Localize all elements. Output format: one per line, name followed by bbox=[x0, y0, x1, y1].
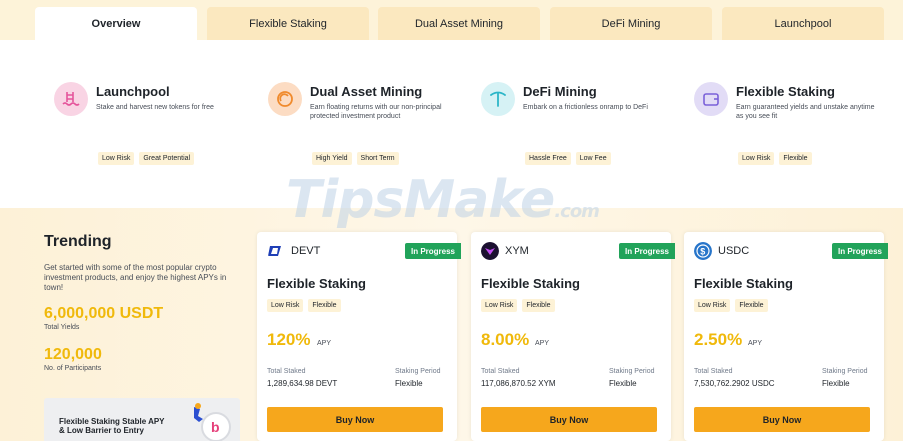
product-title: Launchpool bbox=[96, 84, 170, 99]
product-dual-asset-mining[interactable]: Dual Asset Mining Earn floating returns … bbox=[268, 82, 458, 182]
card-tag: Flexible bbox=[308, 299, 341, 312]
promo-banner[interactable]: Flexible Staking Stable APY & Low Barrie… bbox=[44, 398, 240, 441]
product-tag: Low Fee bbox=[575, 152, 611, 165]
dual-circle-icon bbox=[268, 82, 302, 116]
card-symbol: USDC bbox=[718, 245, 750, 257]
apy-value: 120% bbox=[267, 330, 311, 349]
svg-text:b: b bbox=[211, 419, 220, 435]
staking-card-xym: XYM In Progress Flexible Staking Low Ris… bbox=[471, 232, 675, 441]
product-tabs: Overview Flexible Staking Dual Asset Min… bbox=[0, 0, 903, 40]
product-launchpool[interactable]: Launchpool Stake and harvest new tokens … bbox=[54, 82, 244, 182]
card-tag: Low Risk bbox=[481, 299, 518, 312]
usdc-coin-icon: $ bbox=[694, 242, 712, 260]
staking-period-value: Flexible bbox=[822, 379, 850, 388]
product-tag: Low Risk bbox=[738, 152, 775, 165]
pickaxe-icon bbox=[481, 82, 515, 116]
promo-illustration-icon: b bbox=[194, 403, 231, 441]
xym-coin-icon bbox=[481, 242, 499, 260]
staking-card-devt: DEVT In Progress Flexible Staking Low Ri… bbox=[257, 232, 461, 441]
total-staked-value: 7,530,762.2902 USDC bbox=[694, 379, 775, 388]
product-title: Flexible Staking bbox=[736, 84, 835, 99]
promo-text: Flexible Staking Stable APY & Low Barrie… bbox=[59, 417, 165, 435]
buy-now-button[interactable]: Buy Now bbox=[481, 407, 657, 432]
product-flexible-staking[interactable]: Flexible Staking Earn guaranteed yields … bbox=[694, 82, 884, 182]
total-staked-value: 1,289,634.98 DEVT bbox=[267, 379, 338, 388]
trending-description: Get started with some of the most popula… bbox=[44, 263, 227, 292]
product-tag: Short Term bbox=[356, 152, 399, 165]
card-title: Flexible Staking bbox=[267, 276, 366, 291]
svg-text:$: $ bbox=[700, 247, 705, 257]
product-description: Stake and harvest new tokens for free bbox=[96, 104, 214, 111]
trending-title: Trending bbox=[44, 233, 112, 250]
total-staked-label: Total Staked bbox=[694, 368, 733, 375]
participants-label: No. of Participants bbox=[44, 365, 102, 372]
staking-period-label: Staking Period bbox=[609, 368, 655, 375]
card-title: Flexible Staking bbox=[694, 276, 793, 291]
buy-now-button[interactable]: Buy Now bbox=[694, 407, 870, 432]
status-badge: In Progress bbox=[404, 243, 461, 259]
pool-ladder-icon bbox=[54, 82, 88, 116]
tab-dual-asset-mining[interactable]: Dual Asset Mining bbox=[378, 7, 540, 40]
card-tag: Low Risk bbox=[694, 299, 731, 312]
total-staked-label: Total Staked bbox=[267, 368, 306, 375]
product-tag: Hassle Free bbox=[525, 152, 571, 165]
devt-coin-icon bbox=[268, 246, 281, 256]
apy-label: APY bbox=[535, 340, 550, 347]
product-defi-mining[interactable]: DeFi Mining Embark on a frictionless onr… bbox=[481, 82, 671, 182]
apy-value: 8.00% bbox=[481, 330, 530, 349]
card-symbol: DEVT bbox=[291, 245, 321, 257]
staking-period-label: Staking Period bbox=[395, 368, 441, 375]
product-tag: Flexible bbox=[779, 152, 812, 165]
product-description: Earn guaranteed yields and unstake anyti… bbox=[736, 104, 875, 120]
total-yields-value: 6,000,000 USDT bbox=[44, 305, 164, 322]
staking-period-value: Flexible bbox=[609, 379, 637, 388]
apy-value: 2.50% bbox=[694, 330, 743, 349]
participants-value: 120,000 bbox=[44, 346, 102, 363]
apy-label: APY bbox=[317, 340, 332, 347]
staking-period-value: Flexible bbox=[395, 379, 423, 388]
tab-overview[interactable]: Overview bbox=[35, 7, 197, 40]
card-tag: Flexible bbox=[522, 299, 555, 312]
product-title: DeFi Mining bbox=[523, 84, 597, 99]
card-symbol: XYM bbox=[505, 245, 529, 257]
apy-label: APY bbox=[748, 340, 763, 347]
card-tag: Low Risk bbox=[267, 299, 304, 312]
tab-launchpool[interactable]: Launchpool bbox=[722, 7, 884, 40]
total-staked-label: Total Staked bbox=[481, 368, 520, 375]
watermark: TipsMake.com bbox=[286, 170, 600, 230]
staking-period-label: Staking Period bbox=[822, 368, 868, 375]
card-title: Flexible Staking bbox=[481, 276, 580, 291]
tab-flexible-staking[interactable]: Flexible Staking bbox=[207, 7, 369, 40]
product-tag: Low Risk bbox=[98, 152, 135, 165]
total-staked-value: 117,086,870.52 XYM bbox=[481, 379, 556, 388]
wallet-icon bbox=[694, 82, 728, 116]
product-tag: Great Potential bbox=[139, 152, 195, 165]
status-badge: In Progress bbox=[831, 243, 888, 259]
status-badge: In Progress bbox=[618, 243, 675, 259]
product-description: Embark on a frictionless onramp to DeFi bbox=[523, 104, 648, 111]
tab-defi-mining[interactable]: DeFi Mining bbox=[550, 7, 712, 40]
buy-now-button[interactable]: Buy Now bbox=[267, 407, 443, 432]
staking-card-usdc: $ USDC In Progress Flexible Staking Low … bbox=[684, 232, 888, 441]
product-title: Dual Asset Mining bbox=[310, 84, 423, 99]
card-tag: Flexible bbox=[735, 299, 768, 312]
total-yields-label: Total Yields bbox=[44, 324, 80, 331]
product-tag: High Yield bbox=[312, 152, 352, 165]
product-description: Earn floating returns with our non-princ… bbox=[310, 104, 442, 120]
